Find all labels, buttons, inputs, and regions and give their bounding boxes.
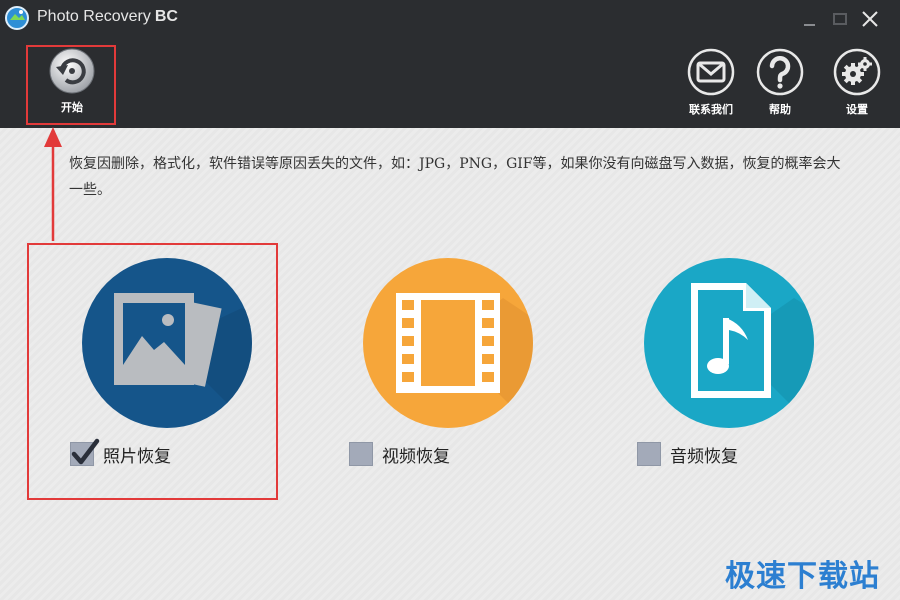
video-recovery-tile[interactable] xyxy=(363,258,533,428)
maximize-icon[interactable] xyxy=(828,6,854,32)
title-bar: Photo Recovery BC xyxy=(0,0,900,40)
arrow-up-icon xyxy=(44,127,62,241)
window-title: Photo Recovery BC xyxy=(37,8,178,25)
toolbar: 开始 联系我们 帮助 设置 xyxy=(0,40,900,128)
gear-icon xyxy=(833,48,881,96)
audio-recovery-option[interactable]: 音频恢复 xyxy=(637,441,738,467)
video-recovery-option[interactable]: 视频恢复 xyxy=(349,441,450,467)
start-highlight-box xyxy=(26,45,116,125)
help-button[interactable]: 帮助 xyxy=(748,47,812,123)
music-file-icon xyxy=(691,283,814,428)
app-logo-icon xyxy=(5,6,29,30)
watermark: 极速下载站 xyxy=(725,559,880,594)
audio-recovery-label: 音频恢复 xyxy=(670,446,738,467)
help-label: 帮助 xyxy=(769,103,791,116)
audio-recovery-checkbox[interactable] xyxy=(637,442,661,466)
description-text: 恢复因删除，格式化，软件错误等原因丢失的文件，如：JPG，PNG，GIF等，如果… xyxy=(69,156,841,198)
contact-us-button[interactable]: 联系我们 xyxy=(679,47,743,123)
help-icon xyxy=(756,48,804,96)
film-icon xyxy=(396,293,533,428)
settings-button[interactable]: 设置 xyxy=(825,47,889,123)
minimize-icon[interactable] xyxy=(798,6,824,32)
photo-highlight-box xyxy=(27,243,278,500)
audio-recovery-tile[interactable] xyxy=(644,258,814,428)
settings-label: 设置 xyxy=(846,103,868,116)
video-recovery-label: 视频恢复 xyxy=(382,446,450,467)
video-recovery-checkbox[interactable] xyxy=(349,442,373,466)
close-icon[interactable] xyxy=(857,6,883,32)
contact-us-label: 联系我们 xyxy=(689,103,733,116)
mail-icon xyxy=(687,48,735,96)
